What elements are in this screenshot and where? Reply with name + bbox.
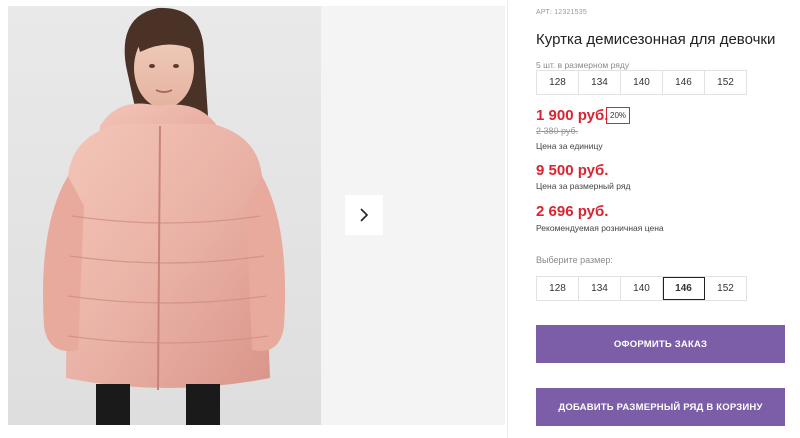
size-range-item: 128 [537, 71, 579, 94]
product-gallery [0, 0, 512, 438]
product-photo-main[interactable] [8, 6, 321, 425]
size-range-list: 128 134 140 146 152 [536, 70, 747, 95]
retail-price: 2 696 руб. [536, 203, 609, 220]
size-option[interactable]: 140 [621, 277, 663, 300]
size-option-selected[interactable]: 146 [663, 277, 705, 300]
range-price-label: Цена за размерный ряд [536, 181, 631, 191]
add-range-to-cart-button[interactable]: ДОБАВИТЬ РАЗМЕРНЫЙ РЯД В КОРЗИНУ [536, 388, 785, 426]
unit-price: 1 900 руб. [536, 107, 609, 124]
size-selector: 128 134 140 146 152 [536, 276, 747, 301]
size-option[interactable]: 128 [537, 277, 579, 300]
size-option[interactable]: 152 [705, 277, 746, 300]
panel-divider [507, 0, 508, 438]
old-price: 2 380 руб. [536, 126, 579, 136]
discount-badge: 20% [606, 107, 631, 124]
size-range-item: 134 [579, 71, 621, 94]
sizes-in-range-caption: 5 шт. в размерном ряду [536, 60, 630, 70]
size-range-item: 140 [621, 71, 663, 94]
article-number: АРТ: 12321535 [536, 9, 587, 16]
chevron-right-icon [360, 208, 369, 222]
gallery-next-button[interactable] [345, 195, 383, 235]
girl-in-pink-jacket-image [43, 7, 286, 425]
product-title: Куртка демисезонная для девочки [536, 31, 776, 48]
retail-price-label: Рекомендуемая розничная цена [536, 223, 664, 233]
size-range-item: 152 [717, 77, 734, 88]
range-price: 9 500 руб. [536, 162, 609, 179]
unit-price-label: Цена за единицу [536, 141, 603, 151]
size-option[interactable]: 134 [579, 277, 621, 300]
choose-size-label: Выберите размер: [536, 255, 613, 265]
checkout-button[interactable]: ОФОРМИТЬ ЗАКАЗ [536, 325, 785, 363]
size-range-item: 146 [663, 71, 705, 94]
